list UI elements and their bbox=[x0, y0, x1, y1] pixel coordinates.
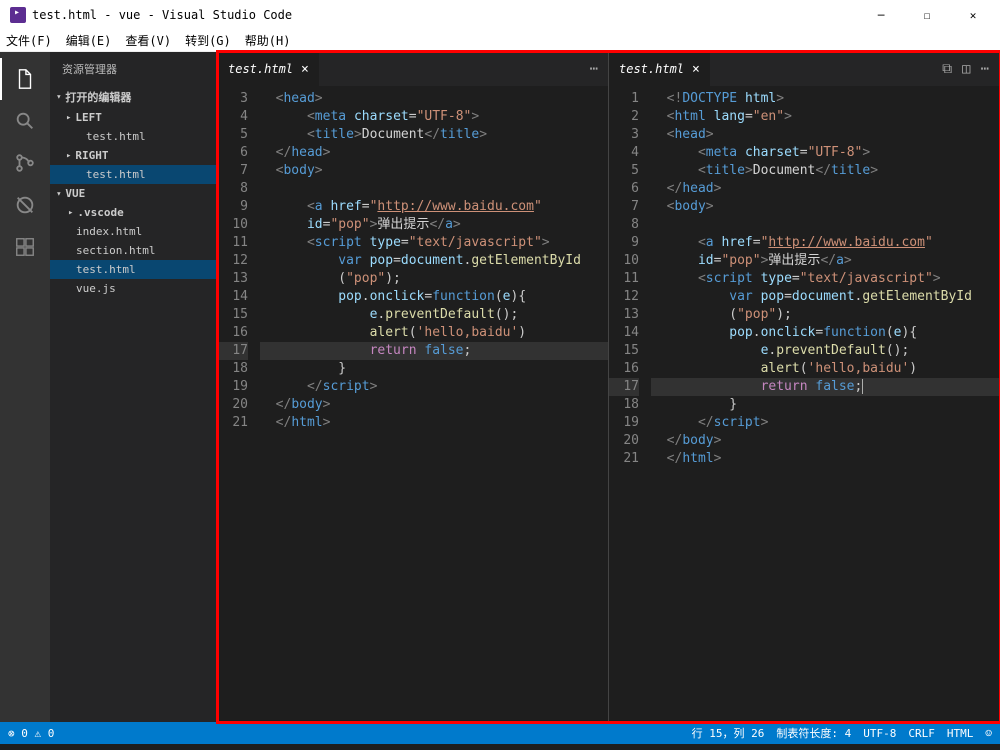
window-close-button[interactable]: ✕ bbox=[950, 0, 996, 30]
lines-left[interactable]: <head> <meta charset="UTF-8"> <title>Doc… bbox=[260, 86, 608, 722]
encoding[interactable]: UTF-8 bbox=[863, 727, 896, 740]
open-editor-left[interactable]: test.html bbox=[50, 127, 218, 146]
sidebar: 资源管理器 打开的编辑器 LEFT test.html RIGHT test.h… bbox=[50, 52, 218, 722]
editor-pane-left: test.html × ⋯ 34567891011121314151617181… bbox=[218, 52, 609, 722]
statusbar: ⊗ 0 ⚠ 0 行 15，列 26 制表符长度: 4 UTF-8 CRLF HT… bbox=[0, 722, 1000, 744]
code-right[interactable]: 123456789101112131415161718192021 <!DOCT… bbox=[609, 86, 999, 722]
window-title: test.html - vue - Visual Studio Code bbox=[32, 8, 858, 22]
source-control-icon[interactable] bbox=[0, 142, 50, 184]
menu-help[interactable]: 帮助(H) bbox=[245, 32, 291, 49]
tab-right-test[interactable]: test.html × bbox=[609, 52, 710, 86]
more-icon[interactable]: ⋯ bbox=[590, 61, 598, 77]
close-icon[interactable]: × bbox=[301, 62, 309, 77]
menubar: 文件(F) 编辑(E) 查看(V) 转到(G) 帮助(H) bbox=[0, 30, 1000, 52]
tabs-left: test.html × ⋯ bbox=[218, 52, 608, 86]
open-editor-right[interactable]: test.html bbox=[50, 165, 218, 184]
file-index[interactable]: index.html bbox=[50, 222, 218, 241]
split-icon[interactable]: ◫ bbox=[962, 61, 970, 77]
feedback-icon[interactable]: ☺ bbox=[985, 727, 992, 740]
lines-right[interactable]: <!DOCTYPE html> <html lang="en"> <head> … bbox=[651, 86, 999, 722]
gutter-right: 123456789101112131415161718192021 bbox=[609, 86, 651, 722]
open-editors-header[interactable]: 打开的编辑器 bbox=[50, 86, 218, 108]
problems[interactable]: ⊗ 0 ⚠ 0 bbox=[8, 727, 54, 740]
menu-edit[interactable]: 编辑(E) bbox=[66, 32, 112, 49]
extensions-icon[interactable] bbox=[0, 226, 50, 268]
tab-label: test.html bbox=[619, 62, 684, 76]
search-icon[interactable] bbox=[0, 100, 50, 142]
gutter-left: 3456789101112131415161718192021 bbox=[218, 86, 260, 722]
language-mode[interactable]: HTML bbox=[947, 727, 974, 740]
window-minimize-button[interactable]: ─ bbox=[858, 0, 904, 30]
cursor-position[interactable]: 行 15，列 26 bbox=[692, 725, 765, 741]
editor-pane-right: test.html × ⧉ ◫ ⋯ 1234567891011121314151… bbox=[609, 52, 1000, 722]
file-vuejs[interactable]: vue.js bbox=[50, 279, 218, 298]
vscode-logo-icon bbox=[10, 7, 26, 23]
debug-icon[interactable] bbox=[0, 184, 50, 226]
tab-label: test.html bbox=[228, 62, 293, 76]
compare-icon[interactable]: ⧉ bbox=[942, 61, 952, 77]
window-maximize-button[interactable]: ☐ bbox=[904, 0, 950, 30]
file-section[interactable]: section.html bbox=[50, 241, 218, 260]
tabs-right: test.html × ⧉ ◫ ⋯ bbox=[609, 52, 999, 86]
menu-view[interactable]: 查看(V) bbox=[125, 32, 171, 49]
more-icon[interactable]: ⋯ bbox=[981, 61, 989, 77]
file-test[interactable]: test.html bbox=[50, 260, 218, 279]
eol[interactable]: CRLF bbox=[908, 727, 935, 740]
menu-goto[interactable]: 转到(G) bbox=[185, 32, 231, 49]
folder-vscode[interactable]: .vscode bbox=[50, 203, 218, 222]
project-header[interactable]: VUE bbox=[50, 184, 218, 203]
close-icon[interactable]: × bbox=[692, 62, 700, 77]
code-left[interactable]: 3456789101112131415161718192021 <head> <… bbox=[218, 86, 608, 722]
menu-file[interactable]: 文件(F) bbox=[6, 32, 52, 49]
explorer-icon[interactable] bbox=[0, 58, 50, 100]
titlebar: test.html - vue - Visual Studio Code ─ ☐… bbox=[0, 0, 1000, 30]
indent[interactable]: 制表符长度: 4 bbox=[776, 725, 851, 741]
editor-group: test.html × ⋯ 34567891011121314151617181… bbox=[218, 52, 1000, 722]
group-right[interactable]: RIGHT bbox=[50, 146, 218, 165]
group-left[interactable]: LEFT bbox=[50, 108, 218, 127]
tab-left-test[interactable]: test.html × bbox=[218, 52, 319, 86]
activitybar bbox=[0, 52, 50, 722]
sidebar-title: 资源管理器 bbox=[50, 52, 218, 86]
